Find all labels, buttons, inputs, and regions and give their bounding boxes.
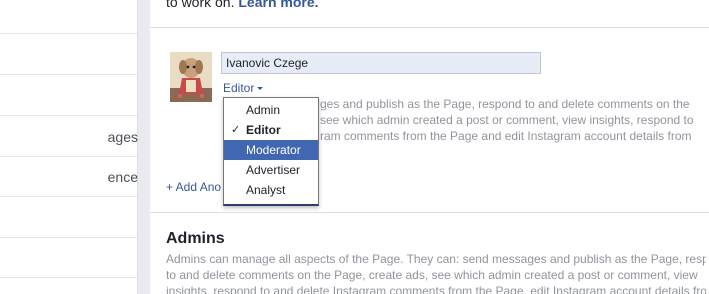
sidebar-item[interactable] (0, 198, 138, 238)
intro-text: to work on. Learn more. (166, 0, 319, 10)
sidebar-item-messages[interactable]: ages (0, 117, 138, 157)
role-description: ges and publish as the Page, respond to … (320, 96, 700, 144)
menu-item-label: Moderator (246, 143, 301, 157)
divider (150, 212, 709, 213)
admins-description-line: insights, respond to and delete Instagra… (166, 284, 706, 294)
person-name-input[interactable] (221, 52, 541, 74)
role-dropdown-menu: Admin ✓ Editor Moderator Advertiser Analy… (223, 97, 319, 206)
check-icon: ✓ (231, 124, 241, 136)
avatar (170, 52, 212, 102)
admins-description: Admins can manage all aspects of the Pag… (166, 251, 706, 294)
admins-description-line: Admins can manage all aspects of the Pag… (166, 252, 706, 266)
role-description-line: see which admin created a post or commen… (320, 113, 694, 127)
menu-item-analyst[interactable]: Analyst (224, 180, 318, 200)
menu-item-label: Advertiser (246, 163, 301, 177)
role-selector-label: Editor (223, 81, 255, 95)
sidebar-item-audience[interactable]: ence (0, 157, 138, 197)
sidebar-item-label: ages (107, 129, 138, 145)
sidebar-item[interactable] (0, 35, 138, 75)
sidebar-item[interactable] (0, 0, 138, 34)
admins-section-title: Admins (166, 230, 225, 247)
role-description-line: ges and publish as the Page, respond to … (320, 97, 690, 111)
menu-item-label: Editor (246, 123, 281, 137)
menu-item-moderator[interactable]: Moderator (224, 140, 318, 160)
role-description-line: ram comments from the Page and edit Inst… (320, 129, 692, 143)
learn-more-link[interactable]: Learn more. (238, 0, 318, 10)
menu-item-label: Admin (246, 103, 281, 117)
add-another-link[interactable]: + Add Ano (166, 180, 221, 194)
menu-item-label: Analyst (246, 183, 286, 197)
profile-photo-icon (170, 52, 212, 102)
sidebar-item[interactable] (0, 238, 138, 278)
menu-item-admin[interactable]: Admin (224, 100, 318, 120)
role-selector[interactable]: Editor (223, 81, 264, 95)
admins-description-line: to and delete comments on the Page, crea… (166, 268, 698, 282)
divider (150, 27, 709, 28)
menu-item-advertiser[interactable]: Advertiser (224, 160, 318, 180)
left-sidebar: ages ence (0, 0, 138, 294)
sidebar-item[interactable] (0, 76, 138, 116)
caret-down-icon (257, 87, 264, 91)
sidebar-item-label: ence (107, 169, 138, 185)
intro-text-label: to work on. (166, 0, 235, 10)
menu-item-editor[interactable]: ✓ Editor (224, 120, 318, 140)
